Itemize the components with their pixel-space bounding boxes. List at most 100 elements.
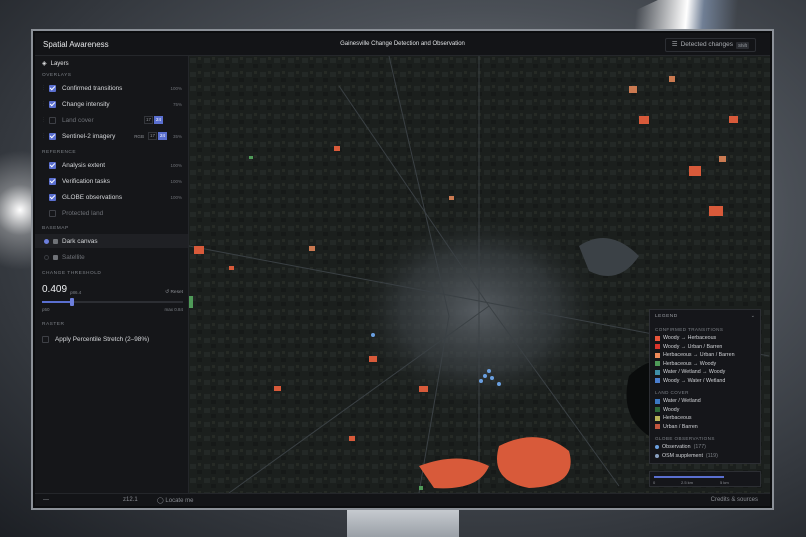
basemap-label: Dark canvas (62, 237, 98, 245)
legend-swatch (655, 378, 660, 383)
layer-checkbox[interactable] (49, 193, 56, 201)
raster-section-title: RASTER (42, 322, 65, 327)
layer-checkbox[interactable] (49, 161, 56, 169)
legend-transitions-title: CONFIRMED TRANSITIONS (655, 327, 724, 332)
legend-dot (655, 453, 659, 458)
threshold-percentile: p86.4 (70, 290, 82, 295)
legend-collapse-icon[interactable]: ⌄ (751, 313, 755, 319)
layers-sidebar: ◈ Layers OVERLAYS ⋮ Confirmed transition… (35, 56, 189, 493)
legend-label: Urban / Barren (663, 423, 698, 430)
drag-handle-icon[interactable]: ⋮ (41, 85, 47, 91)
detected-changes-button[interactable]: ☰ Detected changes Shift (664, 38, 756, 52)
legend-label: Observation (662, 444, 691, 450)
layers-icon: ◈ (42, 61, 47, 67)
legend-item: Woody → Water / Wetland (655, 378, 725, 384)
reference-section-title: REFERENCE (42, 150, 77, 155)
legend-label: Woody → Herbaceous (663, 335, 717, 341)
layer-checkbox[interactable] (49, 116, 56, 124)
stretch-label: Apply Percentile Stretch (2–98%) (55, 335, 150, 343)
layer-label: Analysis extent (62, 161, 105, 169)
threshold-slider-fill (42, 301, 72, 303)
legend-item: Herbaceous → Urban / Barren (655, 352, 735, 358)
map-legend: LEGEND ⌄ CONFIRMED TRANSITIONS Woody → H… (649, 309, 761, 464)
layer-row-analysis-extent[interactable]: Analysis extent 100% (35, 158, 188, 172)
legend-swatch (655, 361, 660, 366)
year-toggle-24[interactable]: 24 (153, 116, 163, 124)
legend-label: Woody → Urban / Barren (663, 343, 723, 350)
layer-checkbox[interactable] (49, 177, 56, 185)
basemap-satellite[interactable]: Satellite (35, 250, 188, 264)
layer-label: GLOBE observations (62, 193, 123, 201)
drag-handle-icon[interactable]: ⋮ (41, 133, 47, 139)
legend-globe-title: GLOBE OBSERVATIONS (655, 436, 715, 441)
legend-item: Water / Wetland → Woody (655, 369, 725, 375)
year-toggle-24[interactable]: 24 (157, 132, 167, 140)
basemap-dark-canvas[interactable]: Dark canvas (35, 234, 188, 248)
threshold-min: p50 (42, 307, 50, 312)
layer-row-globe-observations[interactable]: GLOBE observations 100% (35, 190, 188, 204)
legend-item: Woody (655, 407, 679, 413)
layer-row-change-intensity[interactable]: ⋮ Change intensity 75% (35, 97, 188, 111)
year-toggle-17[interactable]: 17 (143, 116, 153, 124)
layer-checkbox[interactable] (49, 132, 56, 140)
legend-item: Water / Wetland (655, 398, 701, 404)
top-bar: Spatial Awareness Gainesville Change Det… (35, 33, 770, 56)
layer-label: Protected land (62, 209, 104, 217)
legend-dot (655, 445, 659, 449)
layer-row-protected-land[interactable]: Protected land (35, 206, 188, 220)
legend-label: Water / Wetland (663, 398, 701, 404)
scale-end: 5 km (720, 480, 729, 485)
collapse-sidebar-button[interactable]: — (43, 497, 49, 503)
layer-checkbox[interactable] (49, 84, 56, 92)
basemap-radio[interactable] (44, 254, 49, 260)
legend-label: Woody (663, 406, 680, 413)
list-icon: ☰ (671, 41, 678, 48)
threshold-slider[interactable] (42, 298, 183, 306)
drag-handle-icon[interactable]: ⋮ (41, 101, 47, 107)
stretch-checkbox[interactable] (42, 335, 49, 343)
legend-landcover-title: LAND COVER (655, 390, 689, 395)
bottom-bar: — z12.1 ◯ Locate me Credits & sources (35, 493, 770, 506)
layer-opacity: 100% (170, 194, 182, 200)
map-title: Gainesville Change Detection and Observa… (340, 41, 465, 47)
layer-label: Verification tasks (62, 177, 110, 185)
drag-handle-icon[interactable]: ⋮ (41, 117, 47, 123)
monitor-stand (347, 508, 459, 537)
scale-line (654, 476, 724, 478)
legend-item: Urban / Barren (655, 424, 698, 430)
percentile-stretch-option[interactable]: Apply Percentile Stretch (2–98%) (35, 332, 188, 346)
band-mode[interactable]: RGB (134, 134, 144, 139)
layer-row-sentinel-2[interactable]: ⋮ Sentinel-2 imagery RGB 17 24 35% (35, 129, 188, 143)
year-toggle-17[interactable]: 17 (147, 132, 157, 140)
threshold-reset-button[interactable]: ↺ Reset (165, 290, 183, 295)
legend-label: Herbaceous → Urban / Barren (663, 352, 735, 358)
overlays-section-title: OVERLAYS (42, 73, 72, 78)
reset-icon: ↺ (165, 290, 170, 295)
layer-row-confirmed-transitions[interactable]: ⋮ Confirmed transitions 100% (35, 81, 188, 95)
layers-header: ◈ Layers (42, 60, 69, 68)
detected-changes-label: Detected changes (680, 41, 733, 48)
layer-label: Sentinel-2 imagery (62, 132, 116, 140)
basemap-radio[interactable] (44, 238, 49, 244)
credits-link[interactable]: Credits & sources (711, 497, 758, 503)
layer-row-verification-tasks[interactable]: Verification tasks 100% (35, 174, 188, 188)
locate-me-button[interactable]: ◯ Locate me (157, 497, 193, 504)
threshold-max: max 0.84 (164, 307, 183, 312)
layer-opacity: 100% (170, 85, 182, 91)
legend-label: Herbaceous (663, 415, 692, 421)
layer-checkbox[interactable] (49, 209, 56, 217)
threshold-slider-knob[interactable] (69, 298, 74, 306)
legend-label: OSM supplement (662, 452, 703, 459)
layer-row-land-cover[interactable]: ⋮ Land cover 17 24 (35, 113, 188, 127)
satellite-icon (53, 254, 58, 260)
dark-canvas-icon (53, 238, 58, 244)
legend-item: Observation (177) (655, 444, 706, 450)
legend-swatch (655, 369, 660, 375)
legend-item: Woody → Urban / Barren (655, 344, 722, 350)
legend-count: (177) (693, 444, 706, 450)
layer-opacity: 100% (170, 178, 182, 184)
legend-item: Woody → Herbaceous (655, 335, 716, 341)
legend-swatch (655, 415, 660, 421)
layer-checkbox[interactable] (49, 100, 56, 108)
legend-count: (119) (705, 452, 718, 459)
